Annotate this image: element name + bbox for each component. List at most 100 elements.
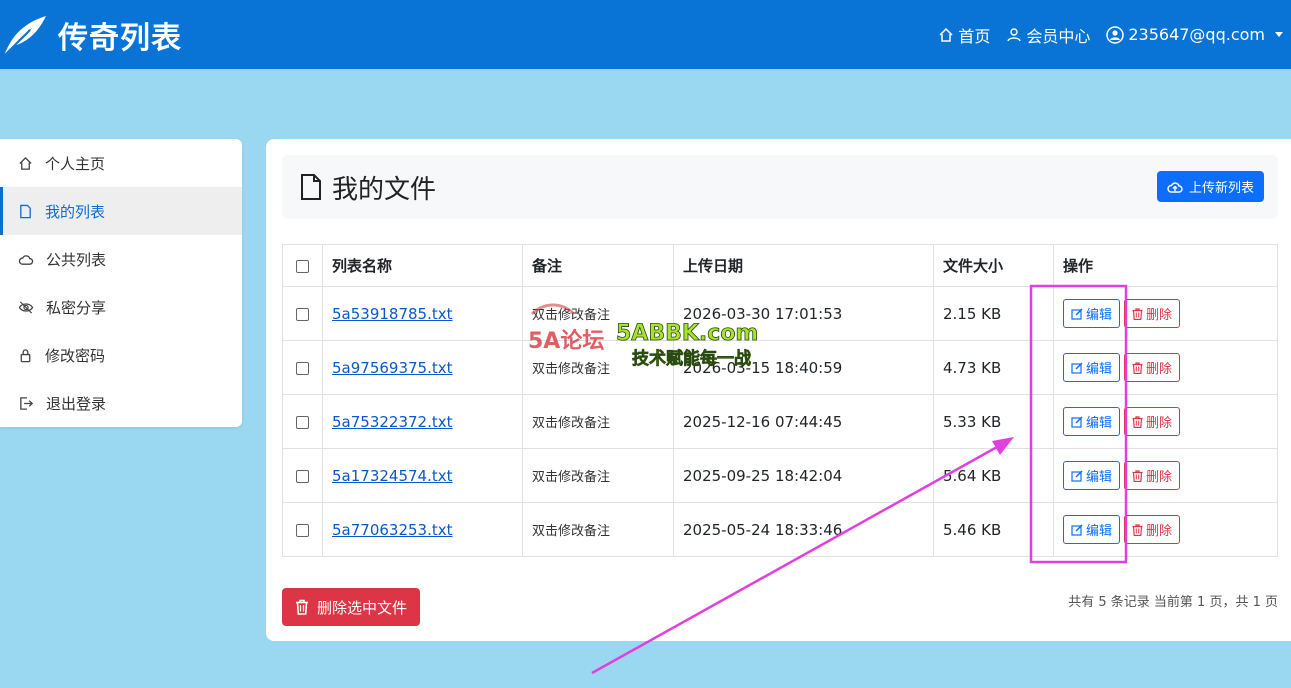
upload-button-label: 上传新列表: [1188, 181, 1254, 196]
file-icon: [20, 204, 31, 218]
file-size-cell: 5.64 KB: [933, 448, 1054, 503]
sidebar-item-change-password[interactable]: 修改密码: [0, 331, 242, 379]
note-text: 双击修改备注: [532, 524, 611, 539]
note-cell[interactable]: 双击修改备注: [522, 286, 674, 341]
row-select-cell: [282, 448, 323, 503]
nav-home[interactable]: 首页: [938, 23, 990, 47]
sidebar: 个人主页 我的列表 公共列表 私密分享 修改密码 退出登录: [0, 139, 242, 427]
upload-date-cell: 2025-09-25 18:42:04: [673, 448, 934, 503]
cloud-upload-icon: [1167, 181, 1183, 193]
delete-button[interactable]: 删除: [1124, 461, 1181, 490]
edit-button[interactable]: 编辑: [1063, 299, 1121, 328]
sidebar-item-label: 私密分享: [46, 298, 107, 317]
home-icon: [19, 156, 32, 170]
sidebar-item-home[interactable]: 个人主页: [0, 139, 242, 187]
files-table: 列表名称 备注 上传日期 文件大小 操作 5a53918785.txt 双击修改备…: [282, 244, 1278, 557]
upload-date-cell: 2026-03-30 17:01:53: [673, 286, 934, 341]
sidebar-item-my-lists[interactable]: 我的列表: [0, 187, 242, 235]
trash-icon: [1132, 307, 1143, 320]
brand-title: 传奇列表: [58, 21, 182, 56]
brand[interactable]: 传奇列表: [0, 10, 182, 60]
sidebar-item-label: 个人主页: [45, 154, 106, 173]
sidebar-item-label: 公共列表: [46, 250, 107, 269]
files-card: 我的文件 上传新列表 列表名称 备注 上传日期 文件大小 操作 5a539187…: [266, 139, 1291, 641]
nav-member-label: 会员中心: [1026, 26, 1091, 46]
table-header-row: 列表名称 备注 上传日期 文件大小 操作: [282, 244, 1278, 287]
note-cell[interactable]: 双击修改备注: [522, 340, 674, 395]
note-text: 双击修改备注: [532, 416, 611, 431]
note-text: 双击修改备注: [532, 362, 611, 377]
home-icon: [939, 27, 953, 42]
edit-button[interactable]: 编辑: [1063, 461, 1121, 490]
file-name-link[interactable]: 5a77063253.txt: [332, 521, 453, 539]
user-circle-icon: [1106, 25, 1125, 44]
sidebar-item-label: 我的列表: [45, 202, 106, 221]
column-header-actions: 操作: [1053, 244, 1278, 287]
sidebar-item-private-share[interactable]: 私密分享: [0, 283, 242, 331]
edit-button[interactable]: 编辑: [1063, 407, 1121, 436]
select-all-checkbox[interactable]: [296, 259, 309, 273]
note-cell[interactable]: 双击修改备注: [522, 448, 674, 503]
cloud-icon: [18, 254, 34, 265]
column-header-note: 备注: [522, 244, 674, 287]
row-select-cell: [282, 502, 323, 557]
sidebar-item-public-lists[interactable]: 公共列表: [0, 235, 242, 283]
column-header-size: 文件大小: [933, 244, 1054, 287]
note-text: 双击修改备注: [532, 470, 611, 485]
row-checkbox[interactable]: [296, 523, 309, 537]
top-nav: 首页 会员中心 235647@qq.com: [938, 0, 1283, 69]
file-size-cell: 4.73 KB: [933, 340, 1054, 395]
sidebar-item-label: 退出登录: [46, 394, 107, 413]
note-cell[interactable]: 双击修改备注: [522, 394, 674, 449]
nav-account-dropdown[interactable]: 235647@qq.com: [1106, 25, 1283, 44]
row-checkbox[interactable]: [296, 307, 309, 321]
top-navbar: 传奇列表 首页 会员中心 235647@qq.com: [0, 0, 1291, 69]
edit-label: 编辑: [1086, 308, 1113, 323]
delete-button[interactable]: 删除: [1124, 515, 1181, 544]
row-checkbox[interactable]: [296, 469, 309, 483]
actions-cell: 编辑 删除: [1053, 448, 1278, 503]
file-size-cell: 5.46 KB: [933, 502, 1054, 557]
upload-new-list-button[interactable]: 上传新列表: [1156, 171, 1264, 202]
note-cell[interactable]: 双击修改备注: [522, 502, 674, 557]
eye-slash-icon: [18, 300, 34, 314]
file-name-link[interactable]: 5a17324574.txt: [332, 467, 453, 485]
edit-label: 编辑: [1086, 470, 1113, 485]
table-row: 5a77063253.txt 双击修改备注 2025-05-24 18:33:46 5…: [282, 502, 1278, 557]
pagination-info: 共有 5 条记录 当前第 1 页，共 1 页: [1068, 595, 1278, 610]
edit-button[interactable]: 编辑: [1063, 515, 1121, 544]
delete-button[interactable]: 删除: [1124, 407, 1181, 436]
page-title: 我的文件: [300, 155, 436, 219]
edit-label: 编辑: [1086, 416, 1113, 431]
edit-icon: [1071, 470, 1083, 482]
table-row: 5a97569375.txt 双击修改备注 2026-03-15 18:40:59 4…: [282, 340, 1278, 395]
delete-button[interactable]: 删除: [1124, 353, 1181, 382]
delete-button[interactable]: 删除: [1124, 299, 1181, 328]
table-row: 5a75322372.txt 双击修改备注 2025-12-16 07:44:45 5…: [282, 394, 1278, 449]
edit-button[interactable]: 编辑: [1063, 353, 1121, 382]
table-row: 5a53918785.txt 双击修改备注 2026-03-30 17:01:53 2…: [282, 286, 1278, 341]
delete-label: 删除: [1146, 470, 1173, 485]
edit-icon: [1071, 308, 1083, 320]
trash-icon: [1132, 361, 1143, 374]
sidebar-item-logout[interactable]: 退出登录: [0, 379, 242, 427]
actions-cell: 编辑 删除: [1053, 340, 1278, 395]
nav-member-center[interactable]: 会员中心: [1006, 23, 1090, 47]
nav-account-label: 235647@qq.com: [1128, 25, 1265, 44]
file-name-cell: 5a53918785.txt: [322, 286, 523, 341]
actions-cell: 编辑 删除: [1053, 286, 1278, 341]
file-size-cell: 5.33 KB: [933, 394, 1054, 449]
file-name-cell: 5a77063253.txt: [322, 502, 523, 557]
edit-label: 编辑: [1086, 524, 1113, 539]
delete-selected-button[interactable]: 删除选中文件: [282, 588, 421, 626]
file-name-link[interactable]: 5a53918785.txt: [332, 305, 453, 323]
file-name-link[interactable]: 5a75322372.txt: [332, 413, 453, 431]
table-row: 5a17324574.txt 双击修改备注 2025-09-25 18:42:04 5…: [282, 448, 1278, 503]
card-header: 我的文件 上传新列表: [282, 155, 1278, 219]
row-checkbox[interactable]: [296, 415, 309, 429]
row-select-cell: [282, 286, 323, 341]
user-icon: [1007, 27, 1022, 41]
row-checkbox[interactable]: [296, 361, 309, 375]
lock-icon: [20, 348, 31, 362]
file-name-link[interactable]: 5a97569375.txt: [332, 359, 453, 377]
